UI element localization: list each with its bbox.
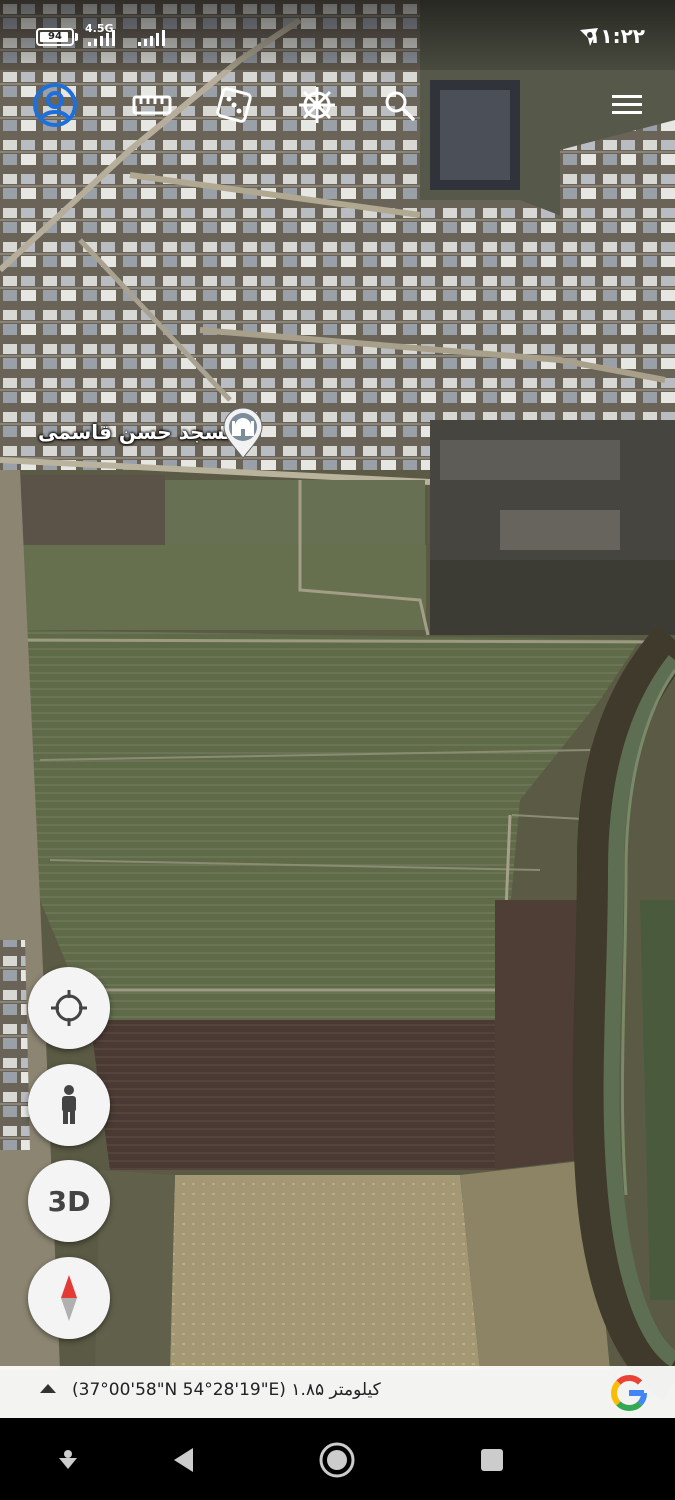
ruler-icon (132, 95, 172, 115)
menu-button[interactable] (604, 82, 650, 128)
profile-button[interactable] (32, 82, 78, 128)
status-bar: 94 4.5G ۱۱:۲۲ (0, 0, 675, 70)
nav-home-button[interactable] (317, 1440, 357, 1480)
system-nav-bar (0, 1418, 675, 1500)
home-icon (319, 1442, 355, 1478)
search-icon (385, 91, 415, 121)
compass-button[interactable] (28, 1257, 110, 1339)
signal-strength-icon (88, 28, 115, 46)
chevron-down-icon (59, 1450, 77, 1469)
my-location-button[interactable] (28, 967, 110, 1049)
clock: ۱۱:۲۲ (588, 24, 645, 48)
dice-icon (216, 87, 252, 123)
voyager-button[interactable] (294, 82, 340, 128)
nav-back-button[interactable] (164, 1440, 204, 1480)
menu-icon (612, 95, 642, 114)
feeling-lucky-button[interactable] (211, 82, 257, 128)
person-icon (62, 1085, 76, 1124)
expand-info-icon[interactable] (40, 1384, 56, 1393)
measure-button[interactable] (129, 82, 175, 128)
search-button[interactable] (376, 82, 422, 128)
battery-icon: 94 (36, 28, 74, 46)
nav-recents-button[interactable] (472, 1440, 512, 1480)
signal-strength-icon-2 (138, 28, 165, 46)
google-logo-icon (611, 1375, 647, 1412)
back-icon (174, 1448, 193, 1472)
coordinates-readout: (37°00'58"N 54°28'19"E) ۱.۸۵ کیلومتر (72, 1380, 381, 1400)
mosque-pin-icon[interactable] (222, 408, 264, 460)
nav-hide-button[interactable] (48, 1440, 88, 1480)
compass-icon (61, 1275, 77, 1321)
recents-icon (481, 1449, 503, 1471)
crosshair-icon (51, 990, 87, 1026)
info-bar: (37°00'58"N 54°28'19"E) ۱.۸۵ کیلومتر (0, 1366, 675, 1418)
street-view-button[interactable] (28, 1064, 110, 1146)
toggle-3d-button[interactable]: 3D (28, 1160, 110, 1242)
google-earth-screen: 94 4.5G ۱۱:۲۲ مسجد حسن قاسمی 3D (37°00'5… (0, 0, 675, 1500)
battery-level: 94 (48, 31, 62, 42)
profile-icon (33, 83, 77, 127)
battery-nub (75, 33, 78, 41)
poi-label[interactable]: مسجد حسن قاسمی (38, 420, 237, 444)
ship-wheel-icon (299, 87, 335, 123)
